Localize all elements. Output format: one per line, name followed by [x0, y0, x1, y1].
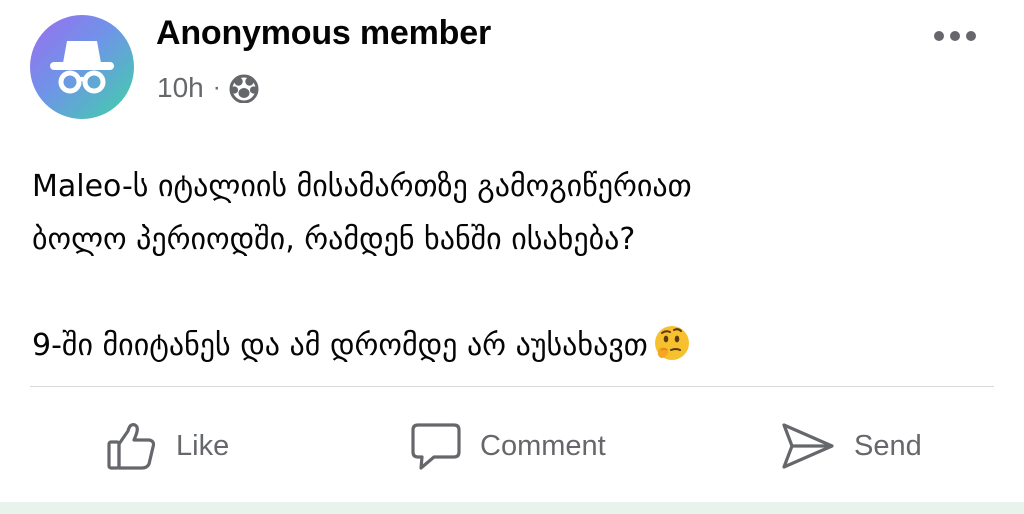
post-text-line: Maleo-ს იტალიის მისამართზე გამოგიწერიათ: [32, 169, 692, 204]
post-actions: Like Comment Send: [0, 400, 1024, 492]
more-options-button[interactable]: [930, 24, 980, 48]
avatar[interactable]: [30, 15, 134, 119]
divider: [30, 386, 994, 387]
post-text-line: ბოლო პერიოდში, რამდენ ხანში ისახება?: [32, 222, 636, 257]
post-time[interactable]: 10h: [157, 72, 204, 104]
author-name[interactable]: Anonymous member: [156, 14, 491, 53]
group-icon: [228, 73, 260, 103]
like-button[interactable]: Like: [106, 400, 229, 492]
thinking-face-emoji-icon: [652, 323, 692, 380]
post-meta: 10h ·: [157, 70, 260, 106]
post-text-line: 9-ში მიიტანეს და ამ დრომდე არ აუსახავთ: [32, 319, 992, 380]
send-label: Send: [854, 429, 922, 462]
like-label: Like: [176, 429, 230, 462]
meta-separator: ·: [212, 74, 221, 101]
post-text-line-content: 9-ში მიიტანეს და ამ დრომდე არ აუსახავთ: [32, 328, 648, 363]
post-card: Anonymous member 10h · Maleo-ს იტალიის მ…: [0, 0, 1024, 502]
send-button[interactable]: Send: [780, 400, 922, 492]
comment-label: Comment: [480, 429, 606, 462]
more-dots-icon: [934, 31, 976, 41]
send-icon: [782, 423, 834, 469]
post-body: Maleo-ს იტალიის მისამართზე გამოგიწერიათ …: [32, 160, 992, 380]
next-post-edge: [0, 502, 1024, 514]
comment-button[interactable]: Comment: [410, 400, 606, 492]
incognito-icon: [50, 41, 114, 94]
thumbs-up-icon: [107, 423, 156, 470]
comment-icon: [411, 423, 461, 470]
